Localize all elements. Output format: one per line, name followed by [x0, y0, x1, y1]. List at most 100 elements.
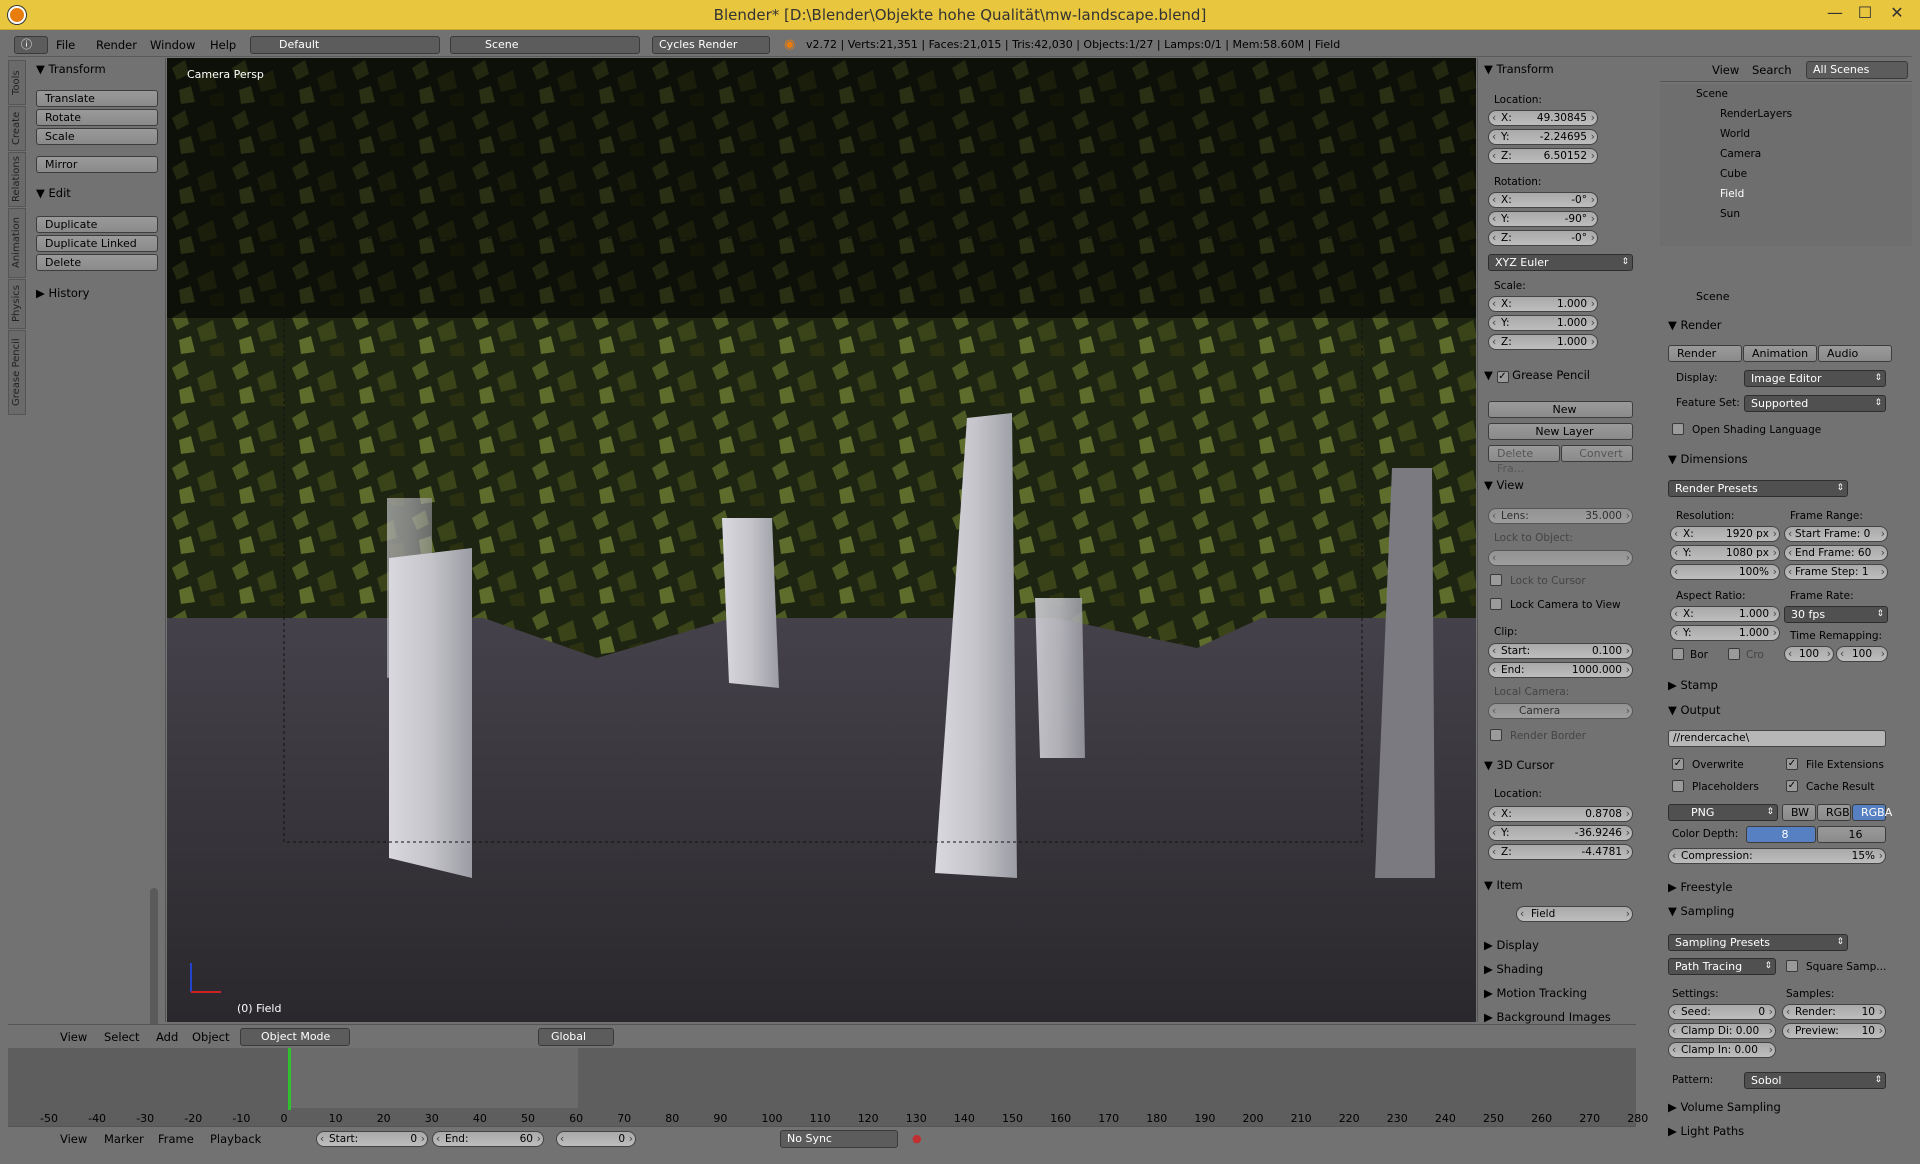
feature-set-dropdown[interactable]: Supported [1744, 395, 1886, 412]
motion-tracking-header[interactable]: ▶ Motion Tracking [1484, 986, 1587, 1000]
rotation-y-field[interactable]: Y: -90° [1488, 211, 1598, 227]
sync-dropdown[interactable]: No Sync [780, 1130, 898, 1148]
rotate-button[interactable]: Rotate [36, 109, 158, 126]
tab-create[interactable]: Create [8, 106, 26, 151]
convert-button[interactable]: Convert [1561, 445, 1633, 462]
outliner-item-field[interactable]: Field [1720, 188, 1744, 200]
scale-button[interactable]: Scale [36, 128, 158, 145]
cache-result-checkbox[interactable]: ✓ [1786, 780, 1798, 792]
outliner-view-menu[interactable]: View [1712, 62, 1739, 78]
file-extensions-checkbox[interactable]: ✓ [1786, 758, 1798, 770]
tab-grease-pencil[interactable]: Grease Pencil [8, 330, 26, 415]
orientation-dropdown[interactable]: Global [538, 1028, 614, 1046]
depth-8-button[interactable]: 8 [1746, 826, 1816, 843]
rgba-button[interactable]: RGBA [1852, 804, 1892, 821]
freestyle-panel-header[interactable]: ▶ Freestyle [1668, 880, 1732, 894]
remap-old-field[interactable]: 100 [1784, 646, 1834, 662]
audio-button[interactable]: Audio [1818, 345, 1892, 362]
outliner-item-camera[interactable]: Camera [1720, 148, 1761, 160]
display-dropdown[interactable]: Image Editor [1744, 370, 1886, 387]
header-view-menu[interactable]: View [60, 1029, 87, 1045]
clip-start-field[interactable]: Start: 0.100 [1488, 643, 1633, 659]
clip-end-field[interactable]: End: 1000.000 [1488, 662, 1633, 678]
scene-selector[interactable]: Scene [450, 36, 640, 54]
minimize-button[interactable]: — [1820, 2, 1850, 26]
object-name-field[interactable]: Field [1516, 906, 1633, 922]
sampling-presets-dropdown[interactable]: Sampling Presets [1668, 934, 1848, 951]
remap-new-field[interactable]: 100 [1836, 646, 1888, 662]
outliner-display-dropdown[interactable]: All Scenes [1806, 61, 1908, 79]
file-format-dropdown[interactable]: PNG [1668, 804, 1778, 821]
header-add-menu[interactable]: Add [156, 1029, 178, 1045]
light-paths-header[interactable]: ▶ Light Paths [1668, 1124, 1744, 1138]
compression-slider[interactable]: Compression: 15% [1668, 848, 1886, 864]
scale-y-field[interactable]: Y: 1.000 [1488, 315, 1598, 331]
tab-tools[interactable]: Tools [8, 60, 26, 105]
crop-checkbox[interactable] [1728, 648, 1740, 660]
mode-dropdown[interactable]: Object Mode [240, 1028, 350, 1046]
transform-panel-header[interactable]: ▼ Transform [1484, 62, 1554, 76]
osl-checkbox[interactable] [1672, 423, 1684, 435]
animation-button[interactable]: Animation [1743, 345, 1817, 362]
menu-render[interactable]: Render [96, 37, 137, 53]
timeline-start-field[interactable]: Start: 0 [316, 1131, 428, 1147]
timeline-end-field[interactable]: End: 60 [432, 1131, 544, 1147]
lock-camera-checkbox[interactable] [1490, 598, 1502, 610]
delete-frame-button[interactable]: Delete Fra... [1488, 445, 1560, 475]
pattern-dropdown[interactable]: Sobol [1744, 1072, 1886, 1089]
seed-field[interactable]: Seed: 0 [1668, 1004, 1776, 1020]
render-panel-header[interactable]: ▼ Render [1668, 318, 1721, 332]
cursor-y-field[interactable]: Y: -36.9246 [1488, 825, 1633, 841]
bw-button[interactable]: BW [1782, 804, 1816, 821]
dimensions-panel-header[interactable]: ▼ Dimensions [1668, 452, 1748, 466]
cursor-x-field[interactable]: X: 0.8708 [1488, 806, 1633, 822]
grease-pencil-header[interactable]: ▼ ✓ Grease Pencil [1484, 368, 1590, 383]
stamp-panel-header[interactable]: ▶ Stamp [1668, 678, 1718, 692]
aspect-y-field[interactable]: Y: 1.000 [1670, 625, 1780, 641]
render-presets-dropdown[interactable]: Render Presets [1668, 480, 1848, 497]
location-y-field[interactable]: Y: -2.24695 [1488, 129, 1598, 145]
shading-panel-header[interactable]: ▶ Shading [1484, 962, 1543, 976]
menu-file[interactable]: File [56, 37, 75, 53]
render-samples-field[interactable]: Render: 10 [1782, 1004, 1886, 1020]
start-frame-field[interactable]: Start Frame: 0 [1784, 526, 1888, 542]
border-checkbox[interactable] [1672, 648, 1684, 660]
outliner-item-cube[interactable]: Cube [1720, 168, 1747, 180]
square-samples-checkbox[interactable] [1786, 960, 1798, 972]
lens-field[interactable]: Lens: 35.000 [1488, 508, 1633, 524]
record-icon[interactable]: ● [912, 1132, 922, 1145]
maximize-button[interactable]: ☐ [1850, 2, 1880, 26]
current-frame-field[interactable]: 0 [556, 1131, 636, 1147]
edit-section[interactable]: ▼ Edit [36, 186, 71, 200]
integrator-dropdown[interactable]: Path Tracing [1668, 958, 1776, 975]
timeline-view-menu[interactable]: View [60, 1131, 87, 1147]
resolution-percent-field[interactable]: 100% [1670, 564, 1780, 580]
tab-animation[interactable]: Animation [8, 208, 26, 278]
location-x-field[interactable]: X: 49.30845 [1488, 110, 1598, 126]
rotation-x-field[interactable]: X: -0° [1488, 192, 1598, 208]
close-button[interactable]: ✕ [1882, 2, 1912, 26]
outliner-item-sun[interactable]: Sun [1720, 208, 1740, 220]
new-layer-button[interactable]: New Layer [1488, 423, 1633, 440]
frame-step-field[interactable]: Frame Step: 1 [1784, 564, 1888, 580]
new-grease-button[interactable]: New [1488, 401, 1633, 418]
duplicate-button[interactable]: Duplicate [36, 216, 158, 233]
output-panel-header[interactable]: ▼ Output [1668, 703, 1720, 717]
cursor-panel-header[interactable]: ▼ 3D Cursor [1484, 758, 1554, 772]
end-frame-field[interactable]: End Frame: 60 [1784, 545, 1888, 561]
depth-16-button[interactable]: 16 [1817, 826, 1886, 843]
header-select-menu[interactable]: Select [104, 1029, 139, 1045]
rgb-button[interactable]: RGB [1817, 804, 1851, 821]
outliner-item-scene[interactable]: Scene [1696, 88, 1728, 100]
current-frame-indicator[interactable] [288, 1048, 291, 1110]
resolution-x-field[interactable]: X: 1920 px [1670, 526, 1780, 542]
sampling-panel-header[interactable]: ▼ Sampling [1668, 904, 1734, 918]
timeline-frame-menu[interactable]: Frame [158, 1131, 194, 1147]
editor-type-icon[interactable]: ⓘ [14, 36, 48, 54]
fps-dropdown[interactable]: 30 fps [1784, 606, 1888, 623]
translate-button[interactable]: Translate [36, 90, 158, 107]
timeline-playback-menu[interactable]: Playback [210, 1131, 261, 1147]
transform-section[interactable]: ▼ Transform [36, 62, 106, 76]
render-engine-dropdown[interactable]: Cycles Render [652, 36, 770, 54]
rotation-z-field[interactable]: Z: -0° [1488, 230, 1598, 246]
